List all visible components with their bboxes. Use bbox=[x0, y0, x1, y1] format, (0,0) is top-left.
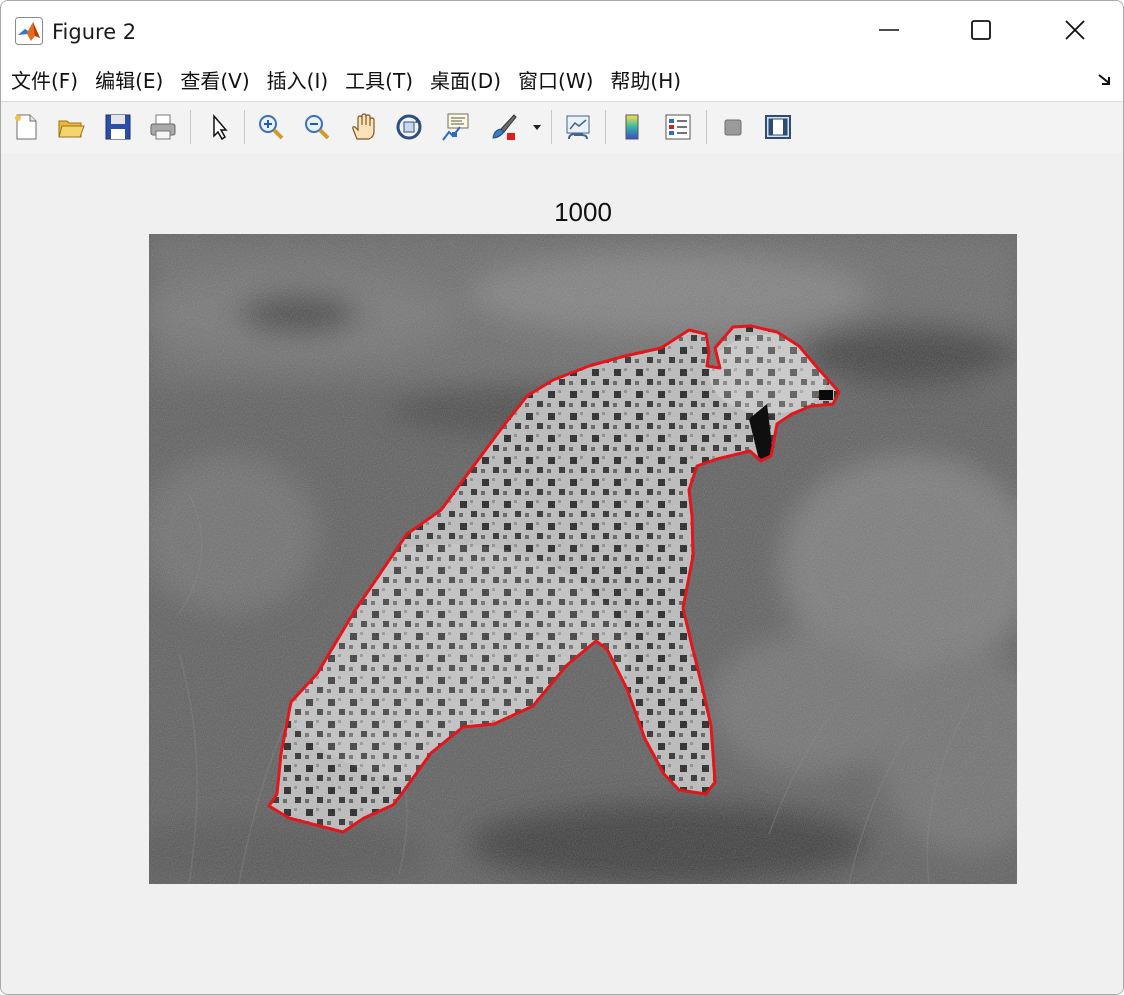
zoom-out-icon bbox=[305, 115, 330, 140]
insert-legend-icon bbox=[665, 114, 691, 140]
rotate-3d-icon bbox=[396, 114, 422, 140]
close-icon bbox=[1065, 20, 1085, 40]
menu-insert[interactable]: 插入(I) bbox=[258, 62, 337, 100]
zoom-in-icon bbox=[259, 115, 284, 140]
figure-window: Figure 2 文件(F) 编辑(E) 查看(V) 插入(I) 工具(T) 桌… bbox=[0, 0, 1124, 995]
matlab-logo-icon bbox=[15, 17, 43, 45]
pan-hand-icon bbox=[352, 113, 375, 140]
edit-plot-button[interactable] bbox=[201, 109, 237, 145]
maximize-button[interactable] bbox=[935, 1, 1027, 59]
print-button[interactable] bbox=[145, 109, 181, 145]
zoom-out-button[interactable] bbox=[299, 109, 335, 145]
menu-desktop[interactable]: 桌面(D) bbox=[421, 62, 509, 100]
toolbar-separator bbox=[706, 110, 707, 144]
title-bar[interactable]: Figure 2 bbox=[1, 1, 1123, 61]
toolbar-separator bbox=[244, 110, 245, 144]
menu-window[interactable]: 窗口(W) bbox=[509, 62, 601, 100]
menu-bar: 文件(F) 编辑(E) 查看(V) 插入(I) 工具(T) 桌面(D) 窗口(W… bbox=[1, 61, 1123, 101]
segmented-cheetah-image[interactable] bbox=[149, 234, 1017, 884]
maximize-icon bbox=[971, 20, 991, 40]
insert-colorbar-button[interactable] bbox=[614, 109, 650, 145]
link-plot-icon bbox=[566, 115, 590, 140]
new-figure-button[interactable] bbox=[8, 109, 44, 145]
brush-icon bbox=[492, 114, 517, 140]
menu-tools[interactable]: 工具(T) bbox=[336, 62, 421, 100]
rotate-3d-button[interactable] bbox=[391, 109, 427, 145]
figure-canvas[interactable]: 1000 bbox=[1, 153, 1123, 994]
show-plot-tools-icon bbox=[765, 115, 791, 139]
hide-plot-tools-button[interactable] bbox=[715, 109, 751, 145]
insert-colorbar-icon bbox=[625, 114, 639, 140]
brush-dropdown-icon bbox=[533, 125, 541, 130]
link-plot-button[interactable] bbox=[560, 109, 596, 145]
axes-title: 1000 bbox=[554, 197, 612, 227]
toolbar-separator bbox=[605, 110, 606, 144]
data-cursor-button[interactable] bbox=[437, 109, 473, 145]
close-button[interactable] bbox=[1029, 1, 1121, 59]
save-icon bbox=[105, 114, 131, 140]
new-figure-icon bbox=[15, 114, 37, 140]
menu-help[interactable]: 帮助(H) bbox=[601, 62, 689, 100]
menu-file[interactable]: 文件(F) bbox=[1, 62, 86, 100]
toolbar-separator bbox=[190, 110, 191, 144]
toolbar-separator bbox=[551, 110, 552, 144]
zoom-in-button[interactable] bbox=[253, 109, 289, 145]
save-button[interactable] bbox=[100, 109, 136, 145]
show-plot-tools-button[interactable] bbox=[760, 109, 796, 145]
brush-button[interactable] bbox=[485, 109, 521, 145]
brush-dropdown-button[interactable] bbox=[527, 109, 547, 145]
minimize-button[interactable] bbox=[843, 1, 935, 59]
menu-view[interactable]: 查看(V) bbox=[171, 62, 257, 100]
insert-legend-button[interactable] bbox=[660, 109, 696, 145]
pan-button[interactable] bbox=[345, 109, 381, 145]
open-file-icon bbox=[58, 120, 85, 138]
open-file-button[interactable] bbox=[53, 109, 89, 145]
minimize-icon bbox=[879, 29, 899, 31]
figure-toolbar bbox=[1, 101, 1123, 154]
window-title: Figure 2 bbox=[52, 20, 137, 44]
print-icon bbox=[150, 114, 176, 140]
edit-plot-arrow-icon bbox=[213, 113, 228, 141]
hide-plot-tools-icon bbox=[724, 119, 742, 136]
data-cursor-icon bbox=[442, 113, 469, 141]
dock-arrow-icon[interactable] bbox=[1097, 72, 1113, 88]
menu-edit[interactable]: 编辑(E) bbox=[86, 62, 171, 100]
